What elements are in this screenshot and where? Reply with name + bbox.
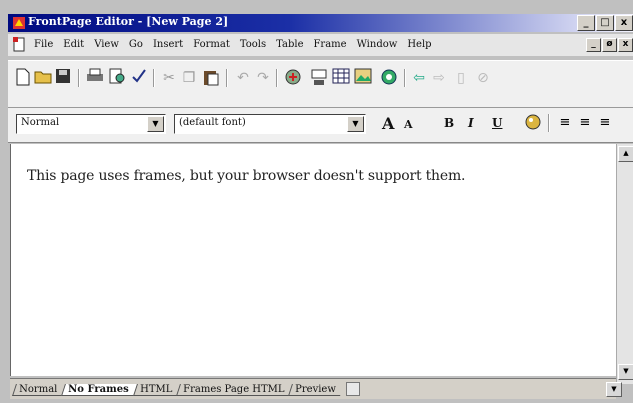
menu-table[interactable]: Table	[276, 39, 303, 50]
menu-view[interactable]: View	[94, 39, 119, 50]
tab-preview[interactable]: Preview	[288, 383, 345, 396]
web-bot-icon[interactable]	[282, 68, 304, 88]
menu-file[interactable]: File	[34, 39, 53, 50]
table-icon[interactable]	[330, 68, 352, 88]
redo-icon[interactable]: ↷	[252, 68, 274, 88]
doc-minimize-button[interactable]: _	[586, 38, 601, 52]
underline-button[interactable]: U	[492, 116, 502, 130]
doc-restore-button[interactable]: ø	[602, 38, 617, 52]
toolbar-separator	[276, 69, 278, 87]
menu-frame[interactable]: Frame	[313, 39, 346, 50]
view-tabs: Normal No Frames HTML Frames Page HTML Previ…	[10, 378, 622, 399]
tab-normal-label: Normal	[19, 383, 58, 395]
cut-icon[interactable]: ✂	[158, 68, 180, 88]
web-link-icon[interactable]	[378, 68, 400, 88]
editor-content[interactable]: This page uses frames, but your browser …	[10, 144, 617, 376]
document-window-controls: _ ø x	[585, 38, 633, 57]
style-value: Normal	[21, 117, 60, 128]
increase-font-size-button[interactable]: A	[382, 114, 394, 133]
align-center-icon[interactable]: ≡	[574, 113, 596, 133]
toolbar-separator	[404, 69, 406, 87]
back-icon[interactable]: ⇦	[408, 68, 430, 88]
save-icon[interactable]	[52, 68, 74, 88]
menu-bar: File Edit View Go Insert Format Tools Table Fram…	[8, 34, 633, 56]
scroll-right-icon[interactable]: ▼	[606, 382, 622, 397]
chevron-down-icon[interactable]: ▼	[147, 116, 164, 132]
bold-button[interactable]: B	[444, 116, 454, 130]
open-folder-icon[interactable]	[32, 68, 54, 88]
menu-tools[interactable]: Tools	[240, 39, 266, 50]
toolbar-separator	[226, 69, 228, 87]
menu-format[interactable]: Format	[193, 39, 230, 50]
frontpage-window: FrontPage Editor - [New Page 2] _ □ x File…	[0, 0, 633, 403]
frontpage-app-icon	[13, 17, 25, 29]
close-button[interactable]: x	[615, 15, 633, 31]
tab-html-label: HTML	[139, 383, 173, 395]
decrease-font-size-button[interactable]: A	[404, 118, 413, 131]
toolbar-separator	[153, 69, 155, 87]
font-select[interactable]: (default font) ▼	[174, 114, 366, 134]
refresh-icon[interactable]: ▯	[450, 68, 472, 88]
vertical-scrollbar[interactable]: ▲ ▼	[616, 144, 633, 384]
forward-icon[interactable]: ⇨	[428, 68, 450, 88]
align-right-icon[interactable]: ≡	[594, 113, 616, 133]
minimize-button[interactable]: _	[577, 15, 595, 31]
print-preview-icon[interactable]	[106, 68, 128, 88]
tab-normal[interactable]: Normal	[12, 383, 66, 396]
menu-insert[interactable]: Insert	[153, 39, 183, 50]
toolbar-separator	[548, 114, 550, 132]
italic-button[interactable]: I	[468, 116, 474, 130]
insert-image-icon[interactable]	[352, 68, 374, 88]
tab-frames-page-html-label: Frames Page HTML	[183, 383, 285, 395]
menu-go[interactable]: Go	[129, 39, 143, 50]
doc-close-button[interactable]: x	[618, 38, 633, 52]
copy-icon[interactable]: ❐	[178, 68, 200, 88]
spelling-icon[interactable]	[128, 68, 150, 88]
scroll-up-icon[interactable]: ▲	[618, 146, 633, 162]
font-value: (default font)	[179, 117, 246, 128]
window-controls: _ □ x	[576, 15, 633, 31]
window-title: FrontPage Editor - [New Page 2]	[28, 15, 229, 28]
align-left-icon[interactable]: ≡	[554, 113, 576, 133]
new-page-icon[interactable]	[12, 68, 34, 88]
toolbar-separator	[78, 69, 80, 87]
menu-help[interactable]: Help	[407, 39, 431, 50]
tab-html[interactable]: HTML	[132, 383, 180, 396]
tab-strip: Normal No Frames HTML Frames Page HTML Previ…	[12, 382, 361, 396]
menu: File Edit View Go Insert Format Tools Table Fram…	[34, 39, 442, 50]
undo-icon[interactable]: ↶	[232, 68, 254, 88]
tab-no-frames[interactable]: No Frames	[61, 383, 137, 396]
menu-edit[interactable]: Edit	[63, 39, 84, 50]
menu-window[interactable]: Window	[357, 39, 398, 50]
tab-preview-label: Preview	[295, 383, 337, 395]
chevron-down-icon[interactable]: ▼	[347, 116, 364, 132]
maximize-button[interactable]: □	[596, 15, 614, 31]
form-field-icon[interactable]	[308, 68, 330, 88]
tab-frames-page-html[interactable]: Frames Page HTML	[176, 383, 293, 396]
document-icon[interactable]	[12, 37, 26, 52]
title-bar[interactable]: FrontPage Editor - [New Page 2] _ □ x	[8, 14, 633, 32]
no-frames-message: This page uses frames, but your browser …	[27, 168, 466, 184]
format-toolbar: Normal ▼ (default font) ▼ A A B I U ≡ ≡ …	[8, 108, 633, 143]
stop-icon[interactable]: ⊘	[472, 68, 494, 88]
standard-toolbar: ✂ ❐ ↶ ↷ ⇦ ⇨ ▯ ⊘	[8, 60, 633, 108]
scroll-down-icon[interactable]: ▼	[618, 364, 633, 380]
style-select[interactable]: Normal ▼	[16, 114, 166, 134]
paste-icon[interactable]	[200, 68, 222, 88]
tab-no-frames-label: No Frames	[68, 383, 129, 395]
print-icon[interactable]	[84, 68, 106, 88]
text-color-icon[interactable]	[522, 113, 544, 133]
tab-scroll-box[interactable]	[346, 382, 361, 396]
